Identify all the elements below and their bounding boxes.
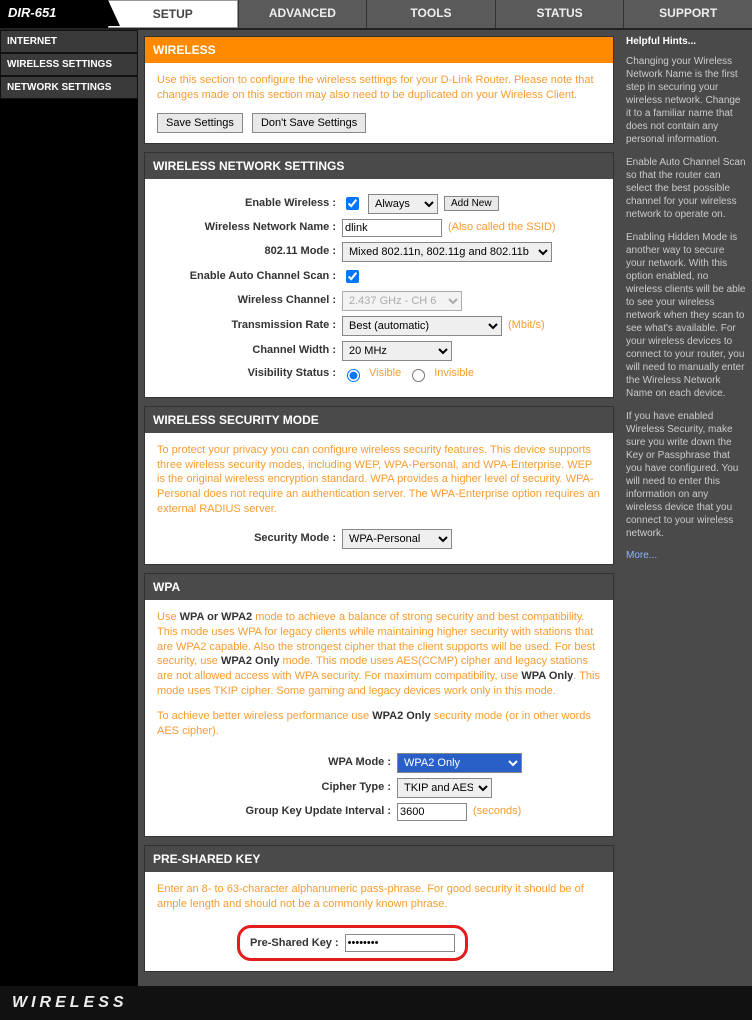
panel-network-settings: WIRELESS NETWORK SETTINGS Enable Wireles… <box>144 152 614 398</box>
enable-wireless-checkbox[interactable] <box>346 197 359 210</box>
sidebar: INTERNET WIRELESS SETTINGS NETWORK SETTI… <box>0 30 138 986</box>
tab-setup[interactable]: SETUP <box>108 0 238 28</box>
visibility-invisible-radio[interactable] <box>412 369 425 382</box>
label-auto-channel: Enable Auto Channel Scan : <box>157 269 342 284</box>
help-more-link[interactable]: More... <box>626 550 657 561</box>
label-psk: Pre-Shared Key : <box>250 936 339 951</box>
panel-title-network-settings: WIRELESS NETWORK SETTINGS <box>145 153 613 179</box>
ssid-input[interactable] <box>342 219 442 237</box>
label-security-mode: Security Mode : <box>157 531 342 546</box>
label-transmission-rate: Transmission Rate : <box>157 318 342 333</box>
panel-security-mode: WIRELESS SECURITY MODE To protect your p… <box>144 406 614 565</box>
panel-wireless-intro: WIRELESS Use this section to configure t… <box>144 36 614 144</box>
wireless-channel-select[interactable]: 2.437 GHz - CH 6 <box>342 291 462 311</box>
tab-advanced[interactable]: ADVANCED <box>238 0 367 28</box>
help-text-4: If you have enabled Wireless Security, m… <box>626 410 746 540</box>
auto-channel-checkbox[interactable] <box>346 270 359 283</box>
sidebar-item-wireless[interactable]: WIRELESS SETTINGS <box>0 53 138 76</box>
sidebar-item-network[interactable]: NETWORK SETTINGS <box>0 76 138 99</box>
label-wpa-mode: WPA Mode : <box>157 755 397 770</box>
help-text-3: Enabling Hidden Mode is another way to s… <box>626 231 746 400</box>
label-80211-mode: 802.11 Mode : <box>157 244 342 259</box>
tab-status[interactable]: STATUS <box>495 0 624 28</box>
group-key-interval-input[interactable] <box>397 803 467 821</box>
help-title: Helpful Hints... <box>626 36 746 47</box>
top-nav: DIR-651 SETUP ADVANCED TOOLS STATUS SUPP… <box>0 0 752 30</box>
security-mode-text: To protect your privacy you can configur… <box>157 443 601 517</box>
add-new-schedule-button[interactable]: Add New <box>444 196 499 211</box>
dont-save-settings-button[interactable]: Don't Save Settings <box>252 113 366 133</box>
panel-title-wpa: WPA <box>145 574 613 600</box>
save-settings-button[interactable]: Save Settings <box>157 113 243 133</box>
channel-width-select[interactable]: 20 MHz <box>342 341 452 361</box>
label-cipher-type: Cipher Type : <box>157 780 397 795</box>
panel-psk: PRE-SHARED KEY Enter an 8- to 63-charact… <box>144 845 614 973</box>
footer: WIRELESS <box>0 986 752 1020</box>
cipher-type-select[interactable]: TKIP and AES <box>397 778 492 798</box>
panel-title-security-mode: WIRELESS SECURITY MODE <box>145 407 613 433</box>
help-text-2: Enable Auto Channel Scan so that the rou… <box>626 156 746 221</box>
help-text-1: Changing your Wireless Network Name is t… <box>626 55 746 146</box>
main-content: WIRELESS Use this section to configure t… <box>138 30 620 986</box>
label-visibility: Visibility Status : <box>157 366 342 381</box>
label-ssid: Wireless Network Name : <box>157 220 342 235</box>
wpa-paragraph-1: Use WPA or WPA2 mode to achieve a balanc… <box>157 610 601 699</box>
enable-wireless-schedule[interactable]: Always <box>368 194 438 214</box>
tab-tools[interactable]: TOOLS <box>366 0 495 28</box>
psk-highlight: Pre-Shared Key : <box>237 925 468 961</box>
intro-text: Use this section to configure the wirele… <box>157 73 601 103</box>
transmission-rate-select[interactable]: Best (automatic) <box>342 316 502 336</box>
security-mode-select[interactable]: WPA-Personal <box>342 529 452 549</box>
label-wireless-channel: Wireless Channel : <box>157 293 342 308</box>
label-channel-width: Channel Width : <box>157 343 342 358</box>
wpa-paragraph-2: To achieve better wireless performance u… <box>157 709 601 739</box>
label-group-key-interval: Group Key Update Interval : <box>157 804 397 819</box>
rate-unit: (Mbit/s) <box>508 318 545 333</box>
help-column: Helpful Hints... Changing your Wireless … <box>620 30 752 986</box>
sidebar-item-internet[interactable]: INTERNET <box>0 30 138 53</box>
ssid-note: (Also called the SSID) <box>448 220 556 235</box>
group-key-interval-unit: (seconds) <box>473 804 521 819</box>
panel-wpa: WPA Use WPA or WPA2 mode to achieve a ba… <box>144 573 614 837</box>
visibility-visible-label: Visible <box>369 366 401 381</box>
visibility-invisible-label: Invisible <box>434 366 474 381</box>
psk-text: Enter an 8- to 63-character alphanumeric… <box>157 882 601 912</box>
80211-mode-select[interactable]: Mixed 802.11n, 802.11g and 802.11b <box>342 242 552 262</box>
panel-title-wireless: WIRELESS <box>145 37 613 63</box>
psk-input[interactable] <box>345 934 455 952</box>
visibility-visible-radio[interactable] <box>347 369 360 382</box>
label-enable-wireless: Enable Wireless : <box>157 196 342 211</box>
panel-title-psk: PRE-SHARED KEY <box>145 846 613 872</box>
wpa-mode-select[interactable]: WPA2 Only <box>397 753 522 773</box>
brand-logo: DIR-651 <box>0 0 108 28</box>
tab-support[interactable]: SUPPORT <box>623 0 752 28</box>
